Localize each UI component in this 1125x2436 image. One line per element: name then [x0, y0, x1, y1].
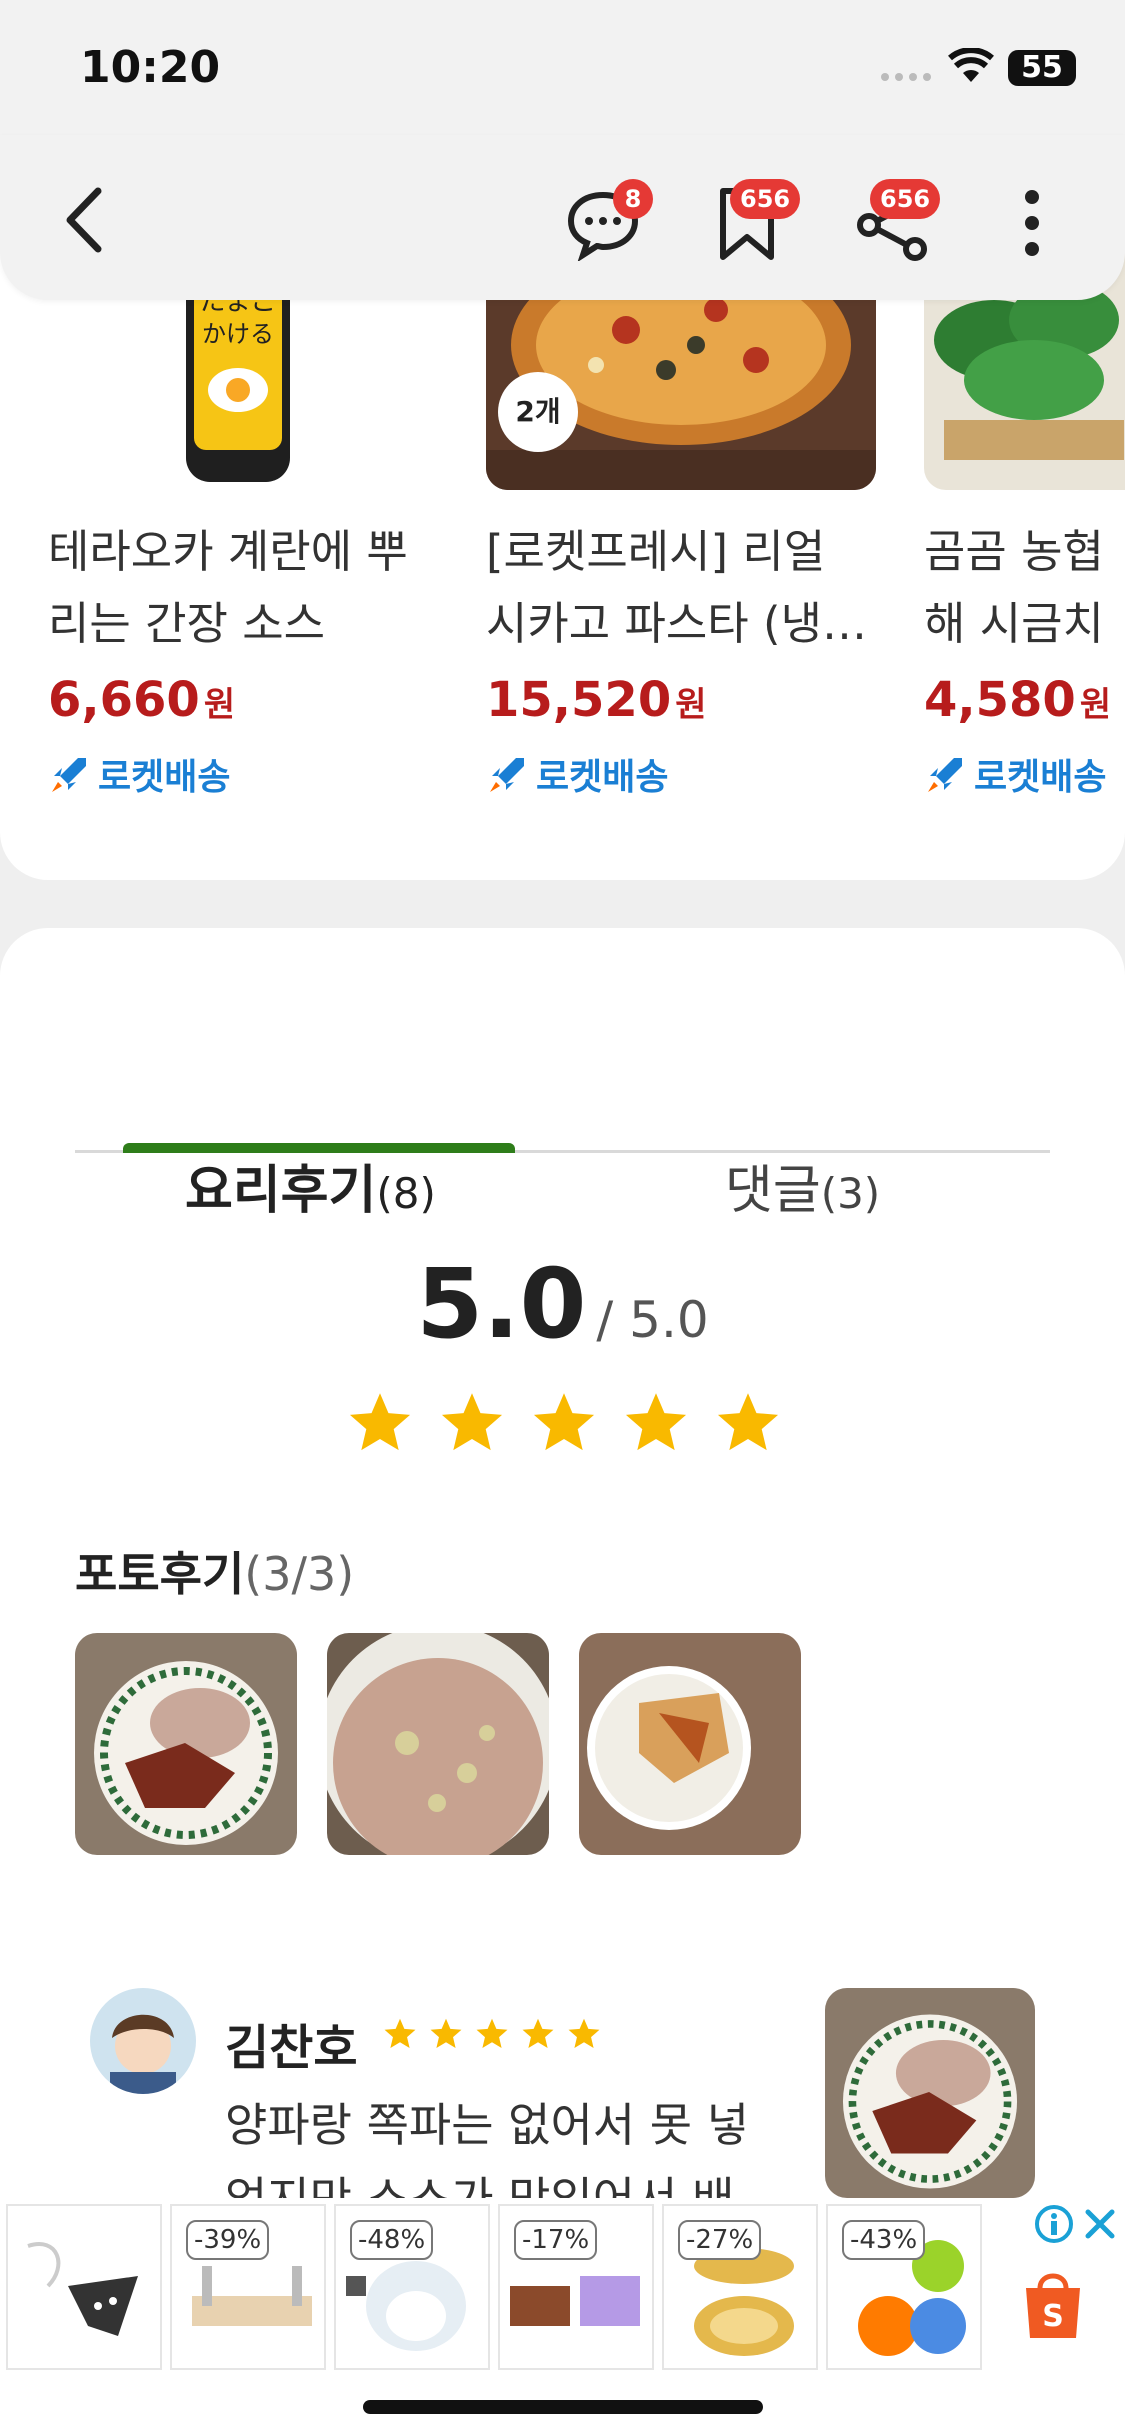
chat-button[interactable]: 8 [565, 179, 653, 265]
rocket-delivery-badge: 로켓배송 [486, 748, 876, 800]
top-navigation-bar: 8 656 656 [0, 135, 1125, 300]
avatar[interactable] [90, 1988, 196, 2094]
star-icon [522, 2018, 554, 2048]
rocket-icon [928, 758, 962, 792]
star-icon [717, 1393, 779, 1451]
ad-close-icon[interactable] [1082, 2206, 1118, 2242]
discount-tag: -43% [842, 2220, 926, 2260]
tab-comments[interactable]: 댓글(3) [725, 1148, 880, 1223]
discount-tag: -17% [514, 2220, 598, 2260]
reviewer-name: 김찬호 [225, 2020, 358, 2076]
rocket-icon [490, 758, 524, 792]
related-products-carousel[interactable]: たまご かける 테라오카 계란에 뿌 리는 간장 소스 6,660원 로켓배송 [0, 250, 1125, 880]
discount-tag: -39% [186, 2220, 270, 2260]
more-options-icon[interactable] [1020, 185, 1044, 261]
product-price: 4,580 원 [924, 672, 1112, 728]
rating-stars [345, 1388, 783, 1458]
review-stars [382, 2016, 602, 2052]
battery-icon: 55 [1008, 50, 1076, 86]
star-icon [568, 2018, 600, 2048]
star-icon [441, 1393, 503, 1451]
rocket-icon [52, 758, 86, 792]
cellular-signal-icon [881, 73, 931, 81]
star-icon [625, 1393, 687, 1451]
rocket-delivery-badge: 로켓배송 [924, 748, 1125, 800]
ad-product[interactable] [6, 2204, 162, 2370]
ad-info-icon[interactable] [1034, 2204, 1074, 2244]
bookmark-button[interactable]: 656 [715, 179, 801, 269]
product-card[interactable]: 2개 [로켓프레시] 리얼 시카고 파스타 (냉… 15,520 원 로켓배송 [486, 250, 876, 800]
rating-score: 5.0 [416, 1248, 587, 1360]
ad-product[interactable]: -39% [170, 2204, 326, 2370]
star-icon [476, 2018, 508, 2048]
photo-review-thumbnail[interactable] [75, 1633, 297, 1855]
star-icon [384, 2018, 416, 2048]
share-button[interactable]: 656 [855, 179, 941, 269]
chat-count-badge: 8 [613, 179, 653, 219]
product-card[interactable]: 곰곰 농협 해 시금치 4,580 원 로켓배송 [924, 250, 1125, 800]
status-bar: 10:20 55 [0, 0, 1125, 135]
ad-product[interactable]: -43% [826, 2204, 982, 2370]
photo-review-thumbnail[interactable] [327, 1633, 549, 1855]
reviews-section: 요리후기(8) 댓글(3) 5.0/ 5.0 포토후기(3/3) 김찬호 양파랑… [0, 928, 1125, 2228]
status-time: 10:20 [80, 42, 221, 93]
product-name: 테라오카 계란에 뿌 리는 간장 소스 [48, 525, 408, 650]
back-arrow-icon[interactable] [60, 185, 106, 255]
review-item[interactable]: 김찬호 양파랑 쪽파는 없어서 못 넣 었지만 소스가 맛있어서 배 [90, 1988, 1050, 2228]
product-price: 6,660 원 [48, 672, 236, 728]
photo-reviews-list [75, 1633, 801, 1855]
rocket-delivery-badge: 로켓배송 [48, 748, 448, 800]
screen: たまご かける 테라오카 계란에 뿌 리는 간장 소스 6,660원 로켓배송 [0, 0, 1125, 2436]
ad-product[interactable]: -27% [662, 2204, 818, 2370]
tab-cooking-reviews[interactable]: 요리후기(8) [185, 1148, 436, 1223]
ad-product[interactable]: -48% [334, 2204, 490, 2370]
active-tab-indicator [123, 1143, 515, 1153]
star-icon [533, 1393, 595, 1451]
review-photo[interactable] [825, 1988, 1035, 2198]
photo-review-thumbnail[interactable] [579, 1633, 801, 1855]
star-icon [349, 1393, 411, 1451]
product-price: 15,520 원 [486, 672, 707, 728]
product-card[interactable]: たまご かける 테라오카 계란에 뿌 리는 간장 소스 6,660 원 로켓배송 [48, 250, 448, 800]
ad-product[interactable]: -17% [498, 2204, 654, 2370]
home-indicator[interactable] [363, 2400, 763, 2414]
review-tabs: 요리후기(8) 댓글(3) [75, 1038, 1050, 1221]
share-count-badge: 656 [870, 179, 941, 219]
photo-reviews-title: 포토후기(3/3) [75, 1547, 355, 1601]
wifi-icon [948, 48, 994, 82]
rating-summary: 5.0/ 5.0 [0, 1248, 1125, 1360]
quantity-badge: 2개 [498, 372, 578, 452]
product-name: [로켓프레시] 리얼 시카고 파스타 (냉… [486, 525, 867, 650]
bookmark-count-badge: 656 [730, 179, 801, 219]
svg-text:S: S [1042, 2299, 1064, 2334]
star-icon [430, 2018, 462, 2048]
discount-tag: -27% [678, 2220, 762, 2260]
product-name: 곰곰 농협 해 시금치 [924, 525, 1104, 650]
shopee-logo-icon: S [1026, 2273, 1080, 2338]
rating-denominator: / 5.0 [596, 1291, 709, 1349]
discount-tag: -48% [350, 2220, 434, 2260]
svg-text:かける: かける [202, 320, 274, 348]
